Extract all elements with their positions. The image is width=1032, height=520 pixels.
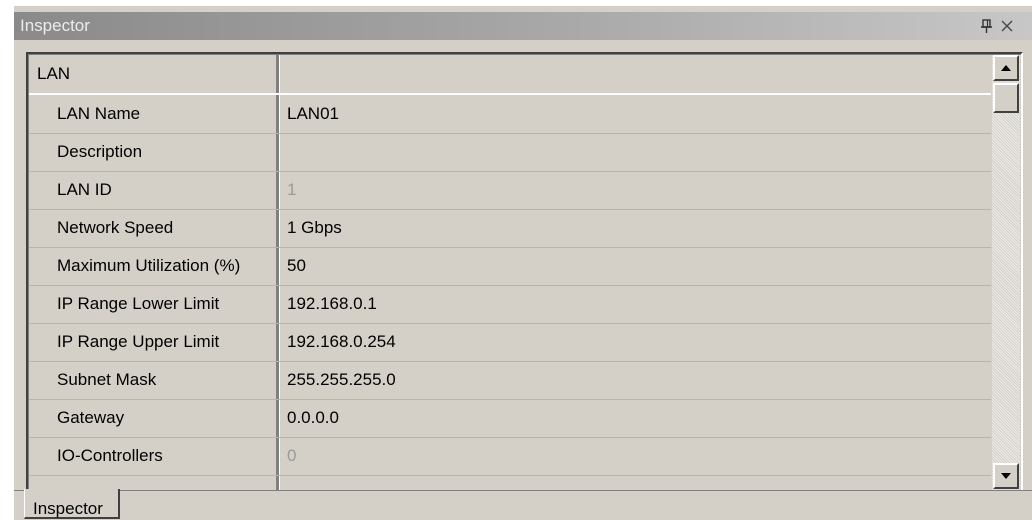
property-grid: LAN LAN Name LAN01 Description LAN ID 1 … xyxy=(26,52,1023,492)
property-value: 0 xyxy=(287,446,297,465)
property-value[interactable]: 192.168.0.1 xyxy=(287,294,377,314)
panel-title: Inspector xyxy=(20,16,90,35)
property-name: Gateway xyxy=(57,408,125,427)
property-value[interactable]: 0.0.0.0 xyxy=(287,408,339,428)
property-value[interactable]: 255.255.255.0 xyxy=(287,370,396,390)
section-header-lan[interactable]: LAN xyxy=(29,55,991,95)
property-value: 1 xyxy=(287,180,297,199)
property-name: Subnet Mask xyxy=(57,370,157,389)
arrow-down-icon xyxy=(1001,473,1011,479)
property-row-lan-id[interactable]: LAN ID 1 xyxy=(29,171,991,210)
property-name: IO-Controllers xyxy=(57,446,163,465)
scroll-down-button[interactable] xyxy=(993,463,1019,489)
property-row-gateway[interactable]: Gateway 0.0.0.0 xyxy=(29,399,991,438)
inspector-panel: Inspector LAN LAN Name LAN01 Description… xyxy=(14,6,1032,520)
property-name: LAN ID xyxy=(57,180,112,199)
scroll-thumb[interactable] xyxy=(993,83,1019,113)
close-icon[interactable] xyxy=(999,17,1015,35)
property-value[interactable]: 50 xyxy=(287,256,306,276)
tab-strip: Inspector xyxy=(14,489,1032,520)
vertical-scrollbar[interactable] xyxy=(992,55,1020,490)
tab-label: Inspector xyxy=(33,499,103,518)
property-value[interactable]: 1 Gbps xyxy=(287,218,342,238)
tab-inspector[interactable]: Inspector xyxy=(24,489,120,519)
property-value[interactable]: LAN01 xyxy=(287,104,339,124)
property-row-max-utilization[interactable]: Maximum Utilization (%) 50 xyxy=(29,247,991,286)
property-value[interactable]: 192.168.0.254 xyxy=(287,332,396,352)
pin-icon[interactable] xyxy=(980,17,994,35)
property-row-lan-name[interactable]: LAN Name LAN01 xyxy=(29,95,991,134)
property-name: Description xyxy=(57,142,143,161)
scroll-up-button[interactable] xyxy=(993,55,1019,81)
property-row-description[interactable]: Description xyxy=(29,133,991,172)
property-name: Maximum Utilization (%) xyxy=(57,256,241,275)
property-name: IP Range Lower Limit xyxy=(57,294,220,313)
property-row-network-speed[interactable]: Network Speed 1 Gbps xyxy=(29,209,991,248)
property-row-ip-lower[interactable]: IP Range Lower Limit 192.168.0.1 xyxy=(29,285,991,324)
property-row-io-controllers[interactable]: IO-Controllers 0 xyxy=(29,437,991,476)
property-name: Network Speed xyxy=(57,218,174,237)
property-name: IP Range Upper Limit xyxy=(57,332,220,351)
property-row-subnet-mask[interactable]: Subnet Mask 255.255.255.0 xyxy=(29,361,991,400)
property-row-ip-upper[interactable]: IP Range Upper Limit 192.168.0.254 xyxy=(29,323,991,362)
section-label: LAN xyxy=(37,64,71,83)
title-bar[interactable]: Inspector xyxy=(14,12,1032,40)
arrow-up-icon xyxy=(1001,65,1011,71)
property-name: LAN Name xyxy=(57,104,141,123)
